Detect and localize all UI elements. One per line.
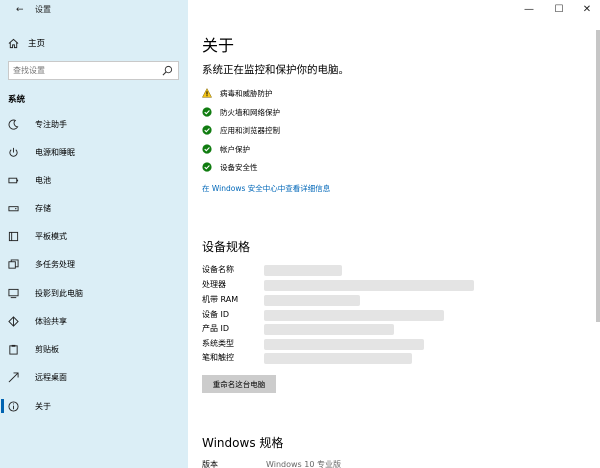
- sidebar-item-battery[interactable]: 电池: [8, 172, 183, 188]
- sidebar-item-shared-experiences[interactable]: 体验共享: [8, 313, 183, 329]
- sidebar-item-focus-assist[interactable]: 专注助手: [8, 116, 183, 132]
- storage-icon: [8, 205, 19, 211]
- spec-row-edition: 版本 Windows 10 专业版: [202, 460, 502, 468]
- warning-icon: [202, 88, 212, 98]
- sidebar-item-label: 电池: [35, 175, 51, 185]
- sidebar-item-tablet-mode[interactable]: 平板模式: [8, 228, 183, 244]
- section-title-system: 系统: [8, 95, 26, 105]
- back-arrow-icon[interactable]: ←: [16, 4, 26, 16]
- check-circle-icon: [202, 162, 212, 172]
- spec-label: 设备名称: [202, 265, 234, 274]
- sidebar-item-label: 投影到此电脑: [35, 288, 83, 298]
- maximize-button[interactable]: ☐: [552, 2, 566, 16]
- sidebar: ← 设置 主页 系统 专注助手 电源和睡眠 电池 存储 平板模式 多任: [0, 0, 188, 468]
- search-icon[interactable]: [162, 65, 173, 76]
- device-specs-heading: 设备规格: [202, 240, 251, 254]
- redacted-value: [264, 353, 412, 364]
- remote-desktop-icon: [8, 371, 19, 382]
- check-circle-icon: [202, 144, 212, 154]
- redacted-value: [264, 324, 394, 335]
- status-label: 应用和浏览器控制: [220, 125, 280, 135]
- redacted-value: [264, 280, 474, 291]
- spec-label: 设备 ID: [202, 310, 230, 319]
- sidebar-item-about[interactable]: 关于: [1, 398, 183, 414]
- minimize-button[interactable]: —: [522, 2, 536, 16]
- clipboard-icon: [9, 344, 18, 355]
- battery-icon: [8, 177, 19, 183]
- window-title: 设置: [35, 5, 51, 14]
- check-circle-icon: [202, 125, 212, 135]
- status-label: 帐户保护: [220, 144, 250, 154]
- sidebar-item-storage[interactable]: 存储: [8, 200, 183, 216]
- spec-label: 机带 RAM: [202, 295, 239, 304]
- spec-row-pen-touch: 笔和触控: [202, 352, 562, 364]
- spec-row-ram: 机带 RAM: [202, 294, 562, 306]
- sidebar-item-label: 远程桌面: [35, 372, 67, 382]
- project-icon: [8, 288, 19, 298]
- spec-row-device-id: 设备 ID: [202, 309, 562, 321]
- search-box[interactable]: [8, 61, 179, 80]
- status-virus-threat: 病毒和威胁防护: [202, 87, 273, 99]
- spec-label: 系统类型: [202, 339, 234, 348]
- security-subtitle: 系统正在监控和保护你的电脑。: [202, 64, 349, 76]
- spec-label: 产品 ID: [202, 324, 230, 333]
- redacted-value: [264, 339, 424, 350]
- status-firewall: 防火墙和网络保护: [202, 106, 280, 118]
- sidebar-item-label: 电源和睡眠: [35, 147, 75, 157]
- sidebar-item-label: 体验共享: [35, 316, 67, 326]
- home-label: 主页: [28, 39, 46, 49]
- moon-icon: [8, 119, 19, 130]
- sidebar-item-remote-desktop[interactable]: 远程桌面: [8, 369, 183, 385]
- sidebar-item-label: 关于: [35, 401, 51, 411]
- check-circle-icon: [202, 107, 212, 117]
- scrollbar[interactable]: [596, 30, 600, 322]
- windows-specs-heading: Windows 规格: [202, 436, 284, 450]
- home-nav-item[interactable]: 主页: [8, 36, 178, 50]
- redacted-value: [264, 265, 342, 276]
- sidebar-item-label: 剪贴板: [35, 344, 59, 354]
- sidebar-item-multitasking[interactable]: 多任务处理: [8, 256, 183, 272]
- status-account-protection: 帐户保护: [202, 143, 250, 155]
- tablet-icon: [8, 231, 19, 241]
- info-icon: [8, 400, 19, 412]
- share-icon: [8, 315, 19, 327]
- multitask-icon: [8, 258, 19, 269]
- spec-label: 处理器: [202, 280, 226, 289]
- sidebar-item-power-sleep[interactable]: 电源和睡眠: [8, 144, 183, 160]
- page-title: 关于: [202, 36, 235, 55]
- spec-row-product-id: 产品 ID: [202, 323, 562, 335]
- sidebar-item-label: 专注助手: [35, 119, 67, 129]
- close-button[interactable]: ✕: [580, 2, 594, 16]
- spec-value: Windows 10 专业版: [266, 460, 341, 468]
- rename-pc-button[interactable]: 重命名这台电脑: [202, 375, 276, 393]
- status-label: 病毒和威胁防护: [220, 88, 273, 98]
- main-content: — ☐ ✕ 关于 系统正在监控和保护你的电脑。 病毒和威胁防护 防火墙和网络保护…: [188, 0, 600, 468]
- spec-row-system-type: 系统类型: [202, 338, 562, 350]
- spec-row-device-name: 设备名称: [202, 264, 562, 276]
- spec-label: 笔和触控: [202, 353, 234, 362]
- redacted-value: [264, 310, 444, 321]
- spec-label: 版本: [202, 460, 218, 468]
- home-icon: [8, 38, 19, 48]
- security-center-link[interactable]: 在 Windows 安全中心中查看详细信息: [202, 183, 330, 194]
- power-icon: [9, 147, 18, 157]
- status-app-browser: 应用和浏览器控制: [202, 124, 280, 136]
- spec-row-processor: 处理器: [202, 279, 562, 291]
- sidebar-item-project-to-pc[interactable]: 投影到此电脑: [8, 285, 183, 301]
- status-label: 防火墙和网络保护: [220, 107, 280, 117]
- sidebar-item-label: 存储: [35, 203, 51, 213]
- sidebar-item-label: 多任务处理: [35, 259, 75, 269]
- status-device-security: 设备安全性: [202, 161, 258, 173]
- sidebar-item-clipboard[interactable]: 剪贴板: [8, 341, 183, 357]
- status-label: 设备安全性: [220, 162, 258, 172]
- search-input[interactable]: [13, 62, 161, 79]
- redacted-value: [264, 295, 360, 306]
- sidebar-item-label: 平板模式: [35, 231, 67, 241]
